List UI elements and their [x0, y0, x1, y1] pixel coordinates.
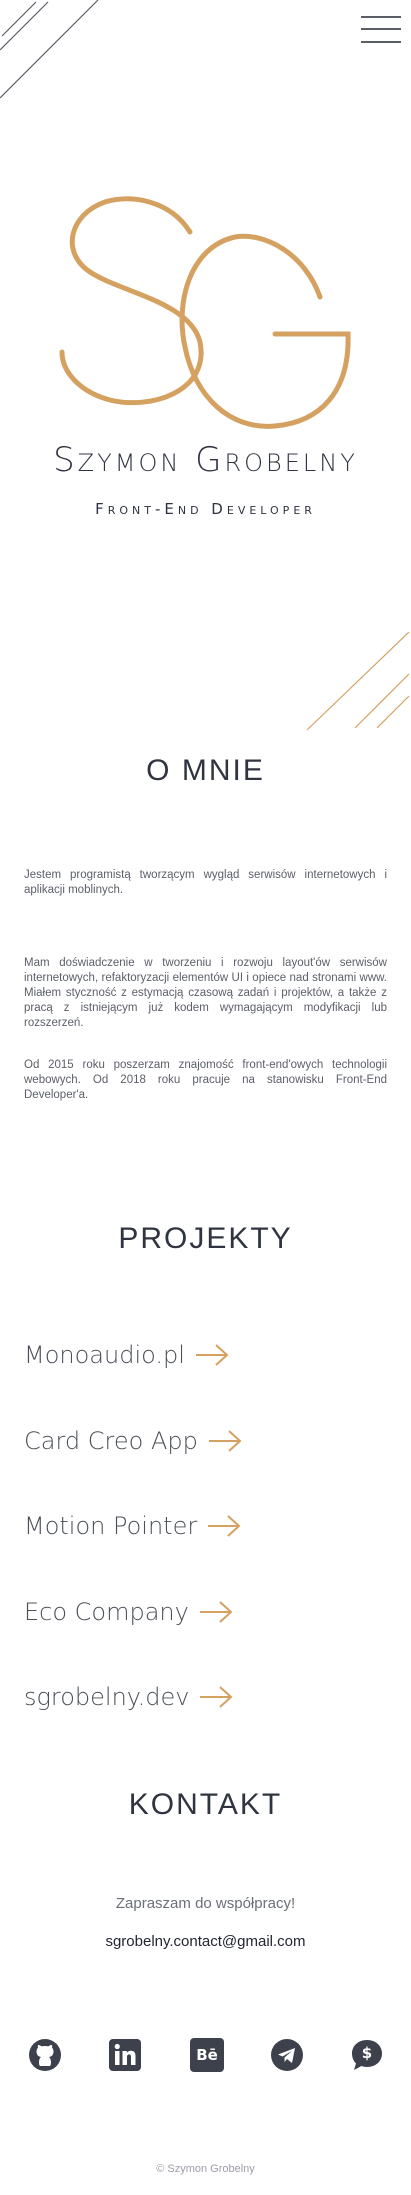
- about-paragraph-3: Od 2015 roku poszerzam znajomość front-e…: [24, 1059, 387, 1101]
- behance-icon[interactable]: Bē: [190, 2038, 224, 2072]
- payment-chat-icon[interactable]: $: [350, 2038, 384, 2072]
- arrow-right-icon: [195, 1344, 229, 1366]
- project-label: Eco Company: [24, 1598, 189, 1626]
- hero-role: Front-End Developer: [95, 500, 316, 518]
- about-paragraph-1: Jestem programistą tworzącym wygląd serw…: [24, 869, 387, 896]
- project-label: Motion Pointer: [24, 1512, 198, 1540]
- about-paragraph-2: Mam doświadczenie w tworzeniu i rozwoju …: [24, 957, 387, 1029]
- linkedin-icon[interactable]: [108, 2038, 142, 2072]
- sg-monogram-logo: [59, 196, 351, 429]
- project-link-sgrobelny-dev[interactable]: sgrobelny.dev: [24, 1677, 233, 1717]
- project-link-eco-company[interactable]: Eco Company: [24, 1592, 233, 1632]
- project-link-card-creo[interactable]: Card Creo App: [24, 1421, 242, 1461]
- behance-glyph: Bē: [196, 2046, 218, 2064]
- contact-title: KONTAKT: [128, 1788, 283, 1821]
- project-label: sgrobelny.dev: [24, 1683, 190, 1711]
- telegram-icon[interactable]: [270, 2038, 304, 2072]
- dollar-glyph: $: [361, 2044, 373, 2062]
- arrow-right-icon: [199, 1601, 233, 1623]
- arrow-right-icon: [208, 1515, 241, 1537]
- github-icon[interactable]: [28, 2038, 62, 2072]
- project-link-motion-pointer[interactable]: Motion Pointer: [24, 1506, 241, 1546]
- hamburger-icon[interactable]: [361, 14, 401, 44]
- arrow-right-icon: [208, 1430, 242, 1452]
- contact-email-link[interactable]: sgrobelny.contact@gmail.com: [0, 1933, 411, 1950]
- project-link-monoaudio[interactable]: Monoaudio.pl: [24, 1335, 229, 1375]
- arrow-right-icon: [200, 1686, 233, 1708]
- project-label: Card Creo App: [24, 1427, 198, 1455]
- decorative-lines-accent: [306, 631, 410, 731]
- about-title: O MNIE: [146, 754, 265, 787]
- hero-name: Szymon Grobelny: [53, 440, 358, 480]
- project-label: Monoaudio.pl: [24, 1341, 185, 1369]
- decorative-lines-top: [0, 0, 99, 99]
- projects-title: PROJEKTY: [118, 1222, 293, 1255]
- footer-copyright: © Szymon Grobelny: [156, 2163, 255, 2175]
- contact-invite: Zapraszam do współpracy!: [115, 1895, 296, 1912]
